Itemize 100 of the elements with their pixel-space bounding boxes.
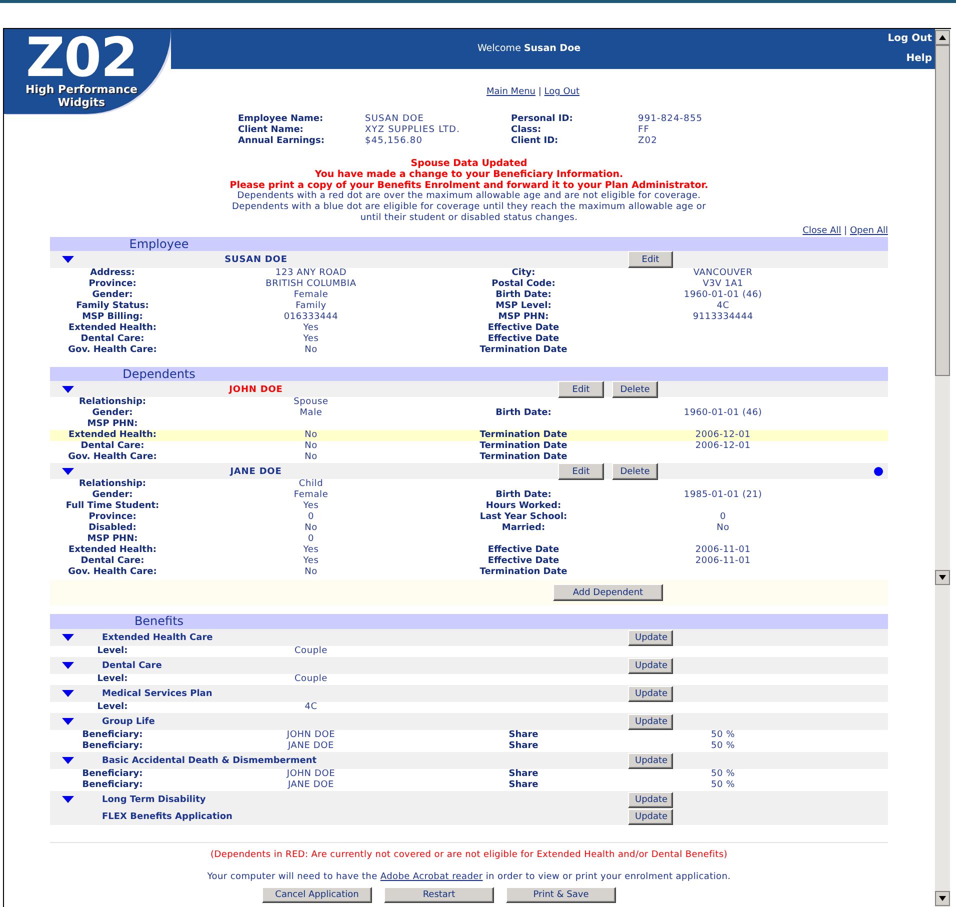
plan-name: FLEX Benefits Application [102, 812, 234, 822]
field-label: Province: [88, 512, 138, 523]
field-value: 2006-11-01 [694, 556, 752, 567]
header-link[interactable]: Help [906, 49, 932, 69]
field-label: Beneficiary: [81, 730, 144, 741]
field-value: JOHN DOE [285, 730, 336, 741]
field-label: Family Status: [75, 301, 150, 312]
field-value: JANE DOE [286, 780, 336, 791]
collapse-triangle-icon[interactable] [62, 796, 74, 803]
field-label: City: [510, 268, 536, 279]
toggle-link[interactable]: Close All [802, 226, 842, 236]
field-label: MSP Billing: [81, 312, 144, 323]
field-value: Male [298, 408, 324, 419]
update-button[interactable]: Update [628, 658, 673, 674]
alert-message: Please print a copy of your Benefits Enrolment and forward it to your Plan Administrator. [228, 180, 710, 191]
info-value: XYZ SUPPLIES LTD. [365, 125, 462, 136]
field-value: Family [294, 301, 328, 312]
field-label: Effective Date [486, 323, 560, 334]
update-button[interactable]: Update [628, 792, 673, 808]
update-button[interactable]: Update [628, 686, 673, 702]
info-value: 991-824-855 [638, 114, 704, 125]
field-value: No [304, 452, 318, 463]
logo-code: Z02 [26, 33, 138, 83]
field-value: Couple [293, 674, 329, 685]
info-label: Employee Name: [238, 114, 324, 125]
collapse-triangle-icon[interactable] [62, 718, 74, 725]
update-button[interactable]: Update [628, 752, 673, 768]
field-label: Postal Code: [490, 279, 556, 290]
field-label: Beneficiary: [81, 780, 144, 791]
field-value: No [304, 345, 318, 356]
field-label: Birth Date: [494, 490, 552, 501]
info-value: FF [638, 125, 651, 136]
header-link[interactable]: Log Out [888, 29, 932, 49]
collapse-triangle-icon[interactable] [62, 690, 74, 697]
field-label: Termination Date [478, 441, 568, 452]
plan-name: Group Life [102, 716, 156, 726]
field-label: Gender: [91, 408, 134, 419]
section-title: Employee [128, 237, 190, 251]
requirement-text: Your computer will need to have the Adobe Acrobat reader in order to view or print your enrolment application. [206, 872, 732, 883]
field-value: No [304, 567, 318, 578]
add-dependent-button[interactable]: Add Dependent [553, 584, 663, 601]
collapse-triangle-icon[interactable] [62, 662, 74, 669]
collapse-triangle-icon[interactable] [62, 757, 74, 764]
field-value: 1960-01-01 (46) [682, 408, 764, 419]
field-label: MSP PHN: [497, 312, 550, 323]
field-value: JANE DOE [286, 741, 336, 752]
field-value: No [304, 441, 318, 452]
record-button[interactable]: Edit [628, 251, 673, 268]
info-value: $45,156.80 [365, 136, 424, 147]
field-value: 1960-01-01 (46) [682, 290, 764, 301]
field-value: Female [292, 290, 330, 301]
field-label: Level: [96, 646, 129, 657]
field-value: Child [298, 479, 324, 490]
field-value: 016333444 [282, 312, 340, 323]
update-button[interactable]: Update [628, 808, 673, 824]
field-label: Address: [89, 268, 136, 279]
field-value: 123 ANY ROAD [274, 268, 348, 279]
nav-link[interactable]: Log Out [544, 87, 580, 97]
field-label: Gov. Health Care: [67, 452, 158, 463]
field-value: Yes [302, 545, 320, 556]
nav-link[interactable]: Main Menu [486, 87, 536, 97]
field-label: Full Time Student: [64, 501, 160, 512]
info-label: Class: [511, 125, 542, 136]
form-button[interactable]: Restart [384, 887, 494, 903]
collapse-triangle-icon[interactable] [62, 256, 74, 263]
record-button[interactable]: Delete [612, 381, 658, 398]
toggle-link[interactable]: Open All [850, 226, 888, 236]
field-value: No [716, 523, 730, 534]
record-button[interactable]: Edit [558, 463, 604, 480]
collapse-triangle-icon[interactable] [62, 386, 74, 393]
field-value: Spouse [292, 397, 330, 408]
field-label: Termination Date [478, 430, 568, 441]
field-value: No [304, 523, 318, 534]
field-label: Beneficiary: [81, 741, 144, 752]
field-value: No [304, 430, 318, 441]
scrollbar-drawing[interactable] [935, 29, 950, 907]
update-button[interactable]: Update [628, 630, 673, 646]
reader-link[interactable]: Adobe Acrobat reader [380, 872, 483, 882]
collapse-triangle-icon[interactable] [62, 634, 74, 641]
update-button[interactable]: Update [628, 714, 673, 730]
field-label: Termination Date [478, 567, 568, 578]
person-name: JANE DOE [228, 466, 283, 476]
person-name: JOHN DOE [228, 384, 284, 394]
record-button[interactable]: Delete [612, 463, 658, 480]
plan-name: Basic Accidental Death & Dismemberment [102, 756, 318, 766]
field-value: V3V 1A1 [702, 279, 744, 290]
form-button[interactable]: Cancel Application [262, 887, 372, 903]
field-label: Dental Care: [80, 556, 146, 567]
coverage-note: (Dependents in RED: Are currently not covered or are not eligible for Extended Health and/or Dental Benefits) [210, 850, 728, 861]
field-label: Province: [88, 279, 138, 290]
field-value: Yes [302, 334, 320, 345]
field-label: Share [508, 730, 540, 741]
form-button[interactable]: Print & Save [506, 887, 616, 903]
record-button[interactable]: Edit [558, 381, 604, 398]
field-label: Gender: [91, 490, 134, 501]
field-value: Female [292, 490, 330, 501]
collapse-triangle-icon[interactable] [62, 468, 74, 475]
field-value: JOHN DOE [285, 769, 336, 780]
info-value: Z02 [638, 136, 658, 147]
field-label: Gov. Health Care: [67, 567, 158, 578]
